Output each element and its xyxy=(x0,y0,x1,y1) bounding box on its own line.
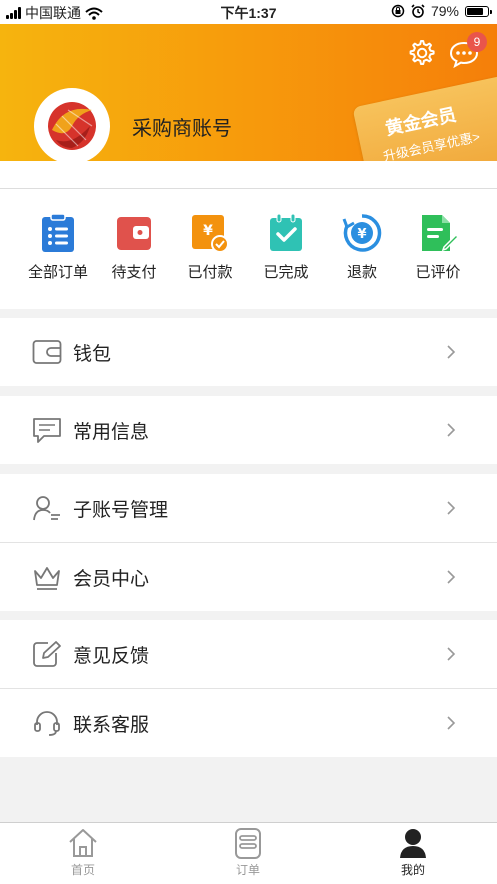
wallet-icon xyxy=(117,217,151,250)
clipboard-list-icon xyxy=(42,213,74,252)
message-lines-icon xyxy=(33,418,61,443)
chevron-right-icon xyxy=(447,570,456,584)
status-right: 79% xyxy=(391,3,492,19)
tab-home-label: 首页 xyxy=(70,863,95,877)
order-completed[interactable]: 已完成 xyxy=(248,213,324,282)
chevron-right-icon xyxy=(447,423,456,437)
menu-common-info[interactable]: 常用信息 xyxy=(0,396,497,464)
menu-feedback[interactable]: 意见反馈 xyxy=(0,620,497,688)
user-icon xyxy=(400,829,426,858)
chevron-right-icon xyxy=(447,647,456,661)
menu-sub-account[interactable]: 子账号管理 xyxy=(0,474,497,542)
menu-wallet-label: 钱包 xyxy=(73,344,112,365)
chevron-right-icon xyxy=(447,501,456,515)
order-all[interactable]: 全部订单 xyxy=(20,213,96,282)
svg-text:¥: ¥ xyxy=(357,227,366,242)
alarm-icon xyxy=(411,4,425,18)
order-paid-label: 已付款 xyxy=(187,264,233,281)
tab-orders-label: 订单 xyxy=(235,863,260,877)
wallet-outline-icon xyxy=(32,340,62,364)
vip-card[interactable]: 黄金会员 升级会员享优惠> xyxy=(352,74,497,161)
order-pending-payment[interactable]: 待支付 xyxy=(96,213,172,282)
menu-member-center-label: 会员中心 xyxy=(73,569,150,590)
status-bar: 中国联通 下午1:37 79% xyxy=(0,0,497,24)
menu-sub-account-label: 子账号管理 xyxy=(73,500,169,521)
menu-feedback-label: 意见反馈 xyxy=(73,646,150,667)
tab-home[interactable]: 首页 xyxy=(43,827,123,878)
profile-header: 9 采购商账号 黄金会员 升级会员享优惠> xyxy=(0,24,497,161)
tab-mine[interactable]: 我的 xyxy=(373,827,453,878)
header-spacer xyxy=(0,161,497,189)
message-badge: 9 xyxy=(467,32,487,52)
order-refund-label: 退款 xyxy=(346,264,377,281)
tab-mine-label: 我的 xyxy=(400,863,425,877)
gear-icon[interactable] xyxy=(406,38,436,68)
chevron-right-icon xyxy=(447,345,456,359)
headset-icon xyxy=(34,711,60,736)
order-completed-label: 已完成 xyxy=(263,264,309,281)
refund-yen-icon: ¥ xyxy=(342,214,382,252)
account-name: 采购商账号 xyxy=(132,118,232,140)
chevron-right-icon xyxy=(447,716,456,730)
review-doc-icon xyxy=(422,215,458,252)
edit-icon xyxy=(33,641,61,667)
order-paid[interactable]: ¥ 已付款 xyxy=(172,213,248,282)
users-icon xyxy=(33,496,60,521)
order-reviewed[interactable]: 已评价 xyxy=(400,213,476,282)
crown-icon xyxy=(34,567,60,590)
avatar[interactable] xyxy=(34,88,110,161)
order-refund[interactable]: ¥ 退款 xyxy=(324,213,400,282)
check-calendar-icon xyxy=(270,213,302,251)
svg-text:¥: ¥ xyxy=(203,223,213,239)
order-shortcuts: 全部订单 待支付 ¥ 已付款 已完成 ¥ 退款 已评价 xyxy=(0,189,497,309)
menu-common-info-label: 常用信息 xyxy=(73,422,150,443)
home-icon xyxy=(69,829,97,857)
menu-customer-service[interactable]: 联系客服 xyxy=(0,689,497,757)
menu-member-center[interactable]: 会员中心 xyxy=(0,543,497,611)
tab-orders[interactable]: 订单 xyxy=(208,827,288,878)
menu-customer-service-label: 联系客服 xyxy=(73,715,150,736)
tab-bar: 首页 订单 我的 xyxy=(0,822,497,884)
battery-percent: 79% xyxy=(430,3,459,19)
logo-icon xyxy=(48,102,96,150)
menu-wallet[interactable]: 钱包 xyxy=(0,318,497,386)
order-reviewed-label: 已评价 xyxy=(415,264,461,281)
order-list-icon xyxy=(235,828,261,859)
order-all-label: 全部订单 xyxy=(27,264,88,281)
order-pending-payment-label: 待支付 xyxy=(111,264,157,281)
battery-icon xyxy=(465,5,492,17)
rotation-lock-icon xyxy=(391,4,405,18)
yen-paid-icon: ¥ xyxy=(192,215,229,253)
